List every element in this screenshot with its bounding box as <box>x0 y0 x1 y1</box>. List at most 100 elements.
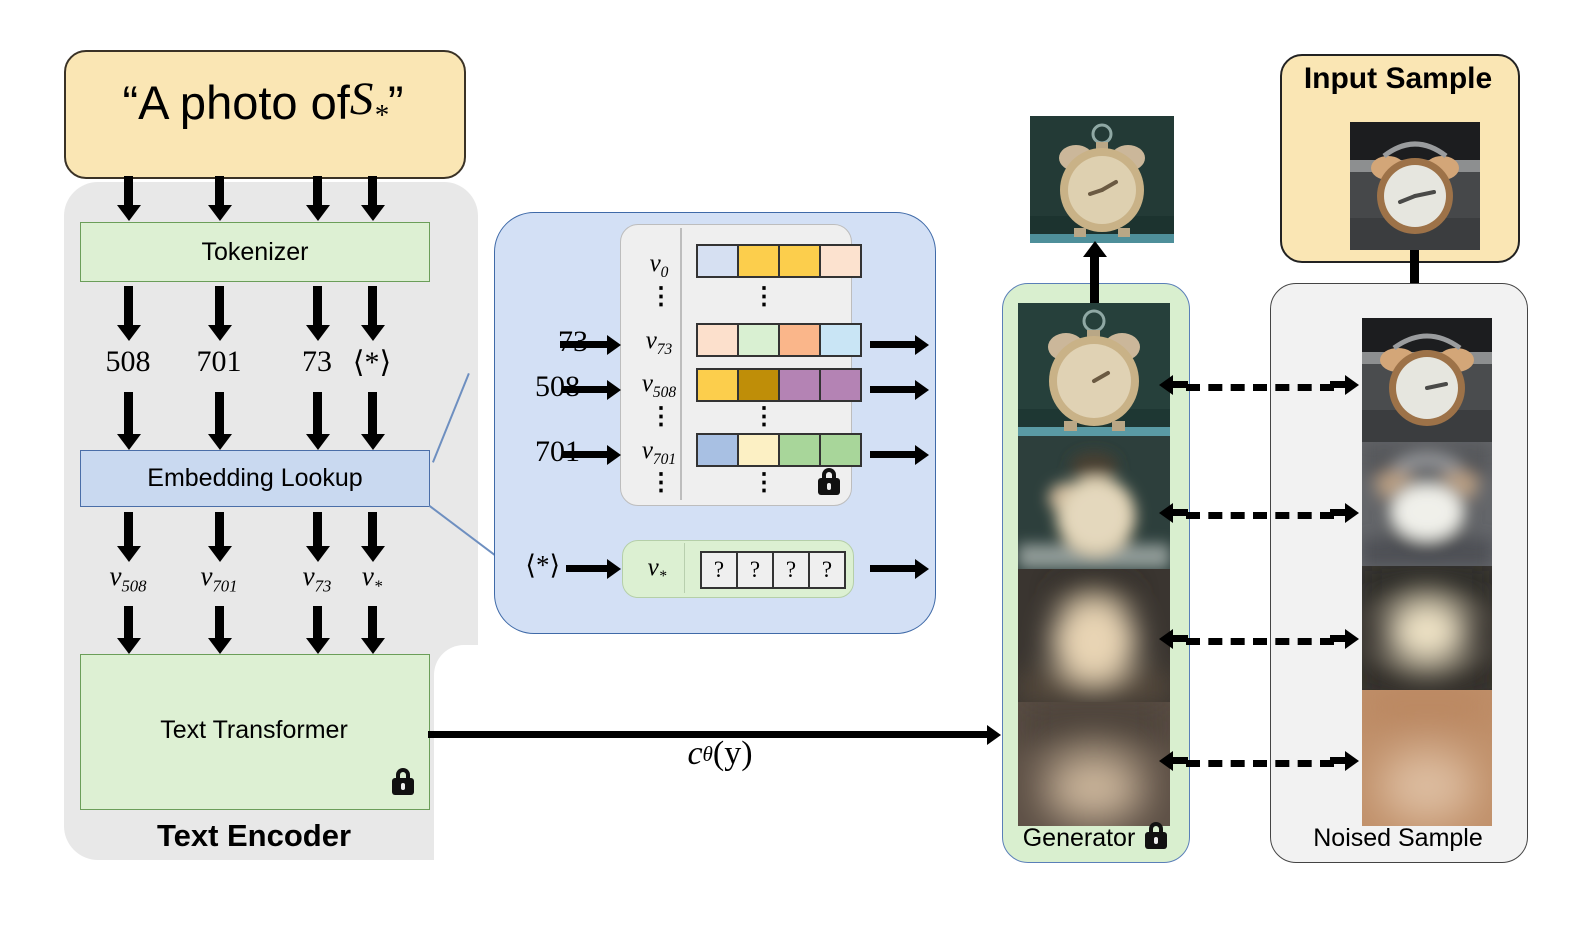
detail-output-arrow-73 <box>870 334 929 355</box>
input-sample-title: Input Sample <box>1303 62 1493 95</box>
embedding-v701-base: v <box>200 561 213 591</box>
id-to-embed-arrow-3 <box>305 392 330 450</box>
embed-row-label-v508-base: v <box>641 370 653 397</box>
vstar-row-label: v* <box>632 554 682 586</box>
generator-image-step-4 <box>1018 702 1170 826</box>
embed-row-cells-v508 <box>696 368 862 402</box>
noise-link-arrow-left-1 <box>1159 374 1188 395</box>
v-to-transformer-arrow-4 <box>360 606 385 654</box>
embed-cell <box>780 435 821 465</box>
token-id-701: 701 <box>196 345 242 378</box>
clock-illustration-gen-3 <box>1018 569 1170 702</box>
tokenizer-out-arrow-2 <box>207 286 232 341</box>
clock-illustration-noised-1 <box>1362 318 1492 442</box>
clock-illustration-gen-1 <box>1018 303 1170 436</box>
embed-row-label-v508-sub: 508 <box>652 384 677 401</box>
noise-link-arrow-right-3 <box>1330 628 1359 649</box>
generated-output-image <box>1030 116 1174 243</box>
clock-illustration-input <box>1350 122 1480 250</box>
lock-icon-generator <box>1145 822 1168 849</box>
tokenizer-out-arrow-4 <box>360 286 385 341</box>
clock-illustration-noised-2 <box>1362 442 1492 566</box>
embed-row-cells-v0 <box>696 244 862 278</box>
row-dots-left-3: ⋮ <box>649 469 673 496</box>
detail-output-arrow-701 <box>870 444 929 465</box>
embed-cell <box>780 246 821 276</box>
embedding-v701-sub: 701 <box>212 576 238 596</box>
embed-out-arrow-3 <box>305 512 330 562</box>
embedding-lookup-label: Embedding Lookup <box>147 464 363 492</box>
embedding-v508: v508 <box>80 561 176 596</box>
detail-output-arrow-vstar <box>870 558 929 579</box>
vstar-unknown-cells: ? ? ? ? <box>700 551 846 589</box>
embed-cell <box>821 325 860 355</box>
row-dots-left-1: ⋮ <box>649 283 673 310</box>
embedding-v508-sub: 508 <box>121 576 147 596</box>
vstar-row-label-base: v <box>647 554 659 581</box>
embed-row-label-v508: v508 <box>626 370 692 402</box>
embed-cell <box>698 246 739 276</box>
embed-row-label-v73-sub: 73 <box>656 341 673 358</box>
noise-link-dashed-4 <box>1186 760 1334 767</box>
embed-row-label-v73-base: v <box>645 327 657 354</box>
prompt-text-pre: “A photo of <box>122 75 350 129</box>
tokenizer-box[interactable]: Tokenizer <box>80 222 430 282</box>
conditioning-label-arg: (y) <box>712 735 753 772</box>
noise-link-arrow-left-4 <box>1159 750 1188 771</box>
generator-image-step-3 <box>1018 569 1170 702</box>
text-encoder-caption: Text Encoder <box>156 818 352 853</box>
text-transformer-label-wrap: Text Transformer <box>80 710 428 750</box>
id-to-embed-arrow-2 <box>207 392 232 450</box>
embed-cell <box>698 325 739 355</box>
tokenizer-out-arrow-1 <box>116 286 141 341</box>
noised-image-step-1 <box>1362 318 1492 442</box>
v-to-transformer-arrow-3 <box>305 606 330 654</box>
lock-icon-embedding-table <box>818 468 840 495</box>
clock-illustration-output <box>1030 116 1174 243</box>
token-id-star: ⟨*⟩ <box>352 346 392 379</box>
detail-star-input: ⟨*⟩ <box>525 550 560 580</box>
embed-row-label-v73: v73 <box>630 327 688 359</box>
embedding-v701: v701 <box>171 561 267 596</box>
text-transformer-label: Text Transformer <box>160 715 348 744</box>
prompt-to-tokenizer-arrow-2 <box>207 176 232 221</box>
generator-image-step-1 <box>1018 303 1170 436</box>
embed-row-label-v0: v0 <box>630 250 688 282</box>
embed-cell <box>821 435 860 465</box>
embedding-v508-base: v <box>109 561 122 591</box>
embed-cell <box>780 370 821 400</box>
id-to-embed-arrow-4 <box>360 392 385 450</box>
noised-sample-caption: Noised Sample <box>1313 824 1483 852</box>
detail-star-input-arrow <box>566 558 621 579</box>
embed-cell <box>821 370 860 400</box>
prompt-symbol: S <box>349 73 374 125</box>
noised-image-step-2 <box>1362 442 1492 566</box>
embedding-lookup-box[interactable]: Embedding Lookup <box>80 450 430 507</box>
embed-cell <box>698 435 739 465</box>
prompt-to-tokenizer-arrow-3 <box>305 176 330 221</box>
vstar-cell: ? <box>808 551 846 589</box>
noised-image-step-4 <box>1362 690 1492 826</box>
tokenizer-out-arrow-3 <box>305 286 330 341</box>
detail-output-arrow-508 <box>870 379 929 400</box>
tokenizer-label: Tokenizer <box>201 237 309 266</box>
conditioning-label-c: c <box>687 735 703 772</box>
noise-link-dashed-3 <box>1186 638 1334 645</box>
generator-caption-wrap: Generator <box>1002 822 1188 853</box>
embed-out-arrow-2 <box>207 512 232 562</box>
prompt-to-tokenizer-arrow-1 <box>116 176 141 221</box>
noise-link-arrow-right-4 <box>1330 750 1359 771</box>
embed-cell <box>739 370 780 400</box>
generator-to-output-arrow <box>1082 241 1107 304</box>
noise-link-arrow-right-2 <box>1330 502 1359 523</box>
noised-image-step-3 <box>1362 566 1492 690</box>
noise-link-dashed-1 <box>1186 384 1334 391</box>
clock-illustration-gen-4 <box>1018 702 1170 826</box>
vstar-cell: ? <box>736 551 774 589</box>
embed-cell <box>739 325 780 355</box>
generator-caption: Generator <box>1022 824 1136 852</box>
embed-cell <box>739 246 780 276</box>
conditioning-label-theta: θ <box>702 741 713 766</box>
embedding-vstar-sub: * <box>373 576 383 596</box>
vstar-cell: ? <box>700 551 738 589</box>
